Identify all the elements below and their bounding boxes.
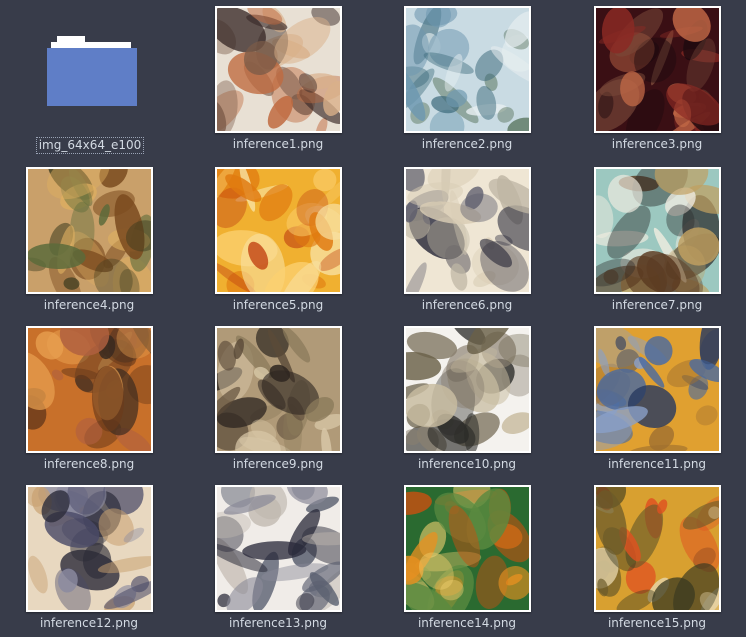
file-name-label: inference1.png: [232, 137, 324, 151]
folder-icon: [46, 35, 137, 106]
image-thumbnail: [25, 326, 153, 453]
image-thumbnail: [593, 326, 721, 453]
file-name-label: inference15.png: [607, 616, 707, 630]
image-thumbnail: [214, 6, 342, 133]
file-item[interactable]: inference6.png: [373, 167, 561, 313]
file-name-label: inference14.png: [417, 616, 517, 630]
file-name-label: inference3.png: [611, 137, 703, 151]
file-item[interactable]: inference7.png: [563, 167, 746, 313]
folder-item[interactable]: img_64x64_e100: [0, 6, 184, 154]
folder-name-label: img_64x64_e100: [35, 137, 145, 154]
file-item[interactable]: inference15.png: [563, 485, 746, 631]
file-name-label: inference8.png: [43, 457, 135, 471]
file-item[interactable]: inference1.png: [184, 6, 372, 152]
file-item[interactable]: inference4.png: [0, 167, 183, 313]
file-item[interactable]: inference10.png: [373, 326, 561, 472]
file-item[interactable]: inference3.png: [563, 6, 746, 152]
file-name-label: inference6.png: [421, 298, 513, 312]
file-name-label: inference5.png: [232, 298, 324, 312]
file-item[interactable]: inference8.png: [0, 326, 183, 472]
image-thumbnail: [214, 485, 342, 612]
file-name-label: inference12.png: [39, 616, 139, 630]
image-thumbnail: [403, 485, 531, 612]
image-thumbnail: [593, 6, 721, 133]
file-name-label: inference4.png: [43, 298, 135, 312]
file-item[interactable]: inference14.png: [373, 485, 561, 631]
file-item[interactable]: inference11.png: [563, 326, 746, 472]
image-thumbnail: [593, 485, 721, 612]
image-thumbnail: [214, 326, 342, 453]
image-thumbnail: [25, 485, 153, 612]
file-name-label: inference11.png: [607, 457, 707, 471]
file-name-label: inference13.png: [228, 616, 328, 630]
file-item[interactable]: inference12.png: [0, 485, 183, 631]
image-thumbnail: [593, 167, 721, 294]
file-name-label: inference9.png: [232, 457, 324, 471]
image-thumbnail: [403, 6, 531, 133]
file-item[interactable]: inference2.png: [373, 6, 561, 152]
file-name-label: inference2.png: [421, 137, 513, 151]
file-item[interactable]: inference13.png: [184, 485, 372, 631]
image-thumbnail: [25, 167, 153, 294]
image-thumbnail: [403, 167, 531, 294]
image-thumbnail: [214, 167, 342, 294]
file-item[interactable]: inference9.png: [184, 326, 372, 472]
folder-icon-wrap: [27, 6, 154, 133]
file-item[interactable]: inference5.png: [184, 167, 372, 313]
image-thumbnail: [403, 326, 531, 453]
file-name-label: inference7.png: [611, 298, 703, 312]
file-name-label: inference10.png: [417, 457, 517, 471]
